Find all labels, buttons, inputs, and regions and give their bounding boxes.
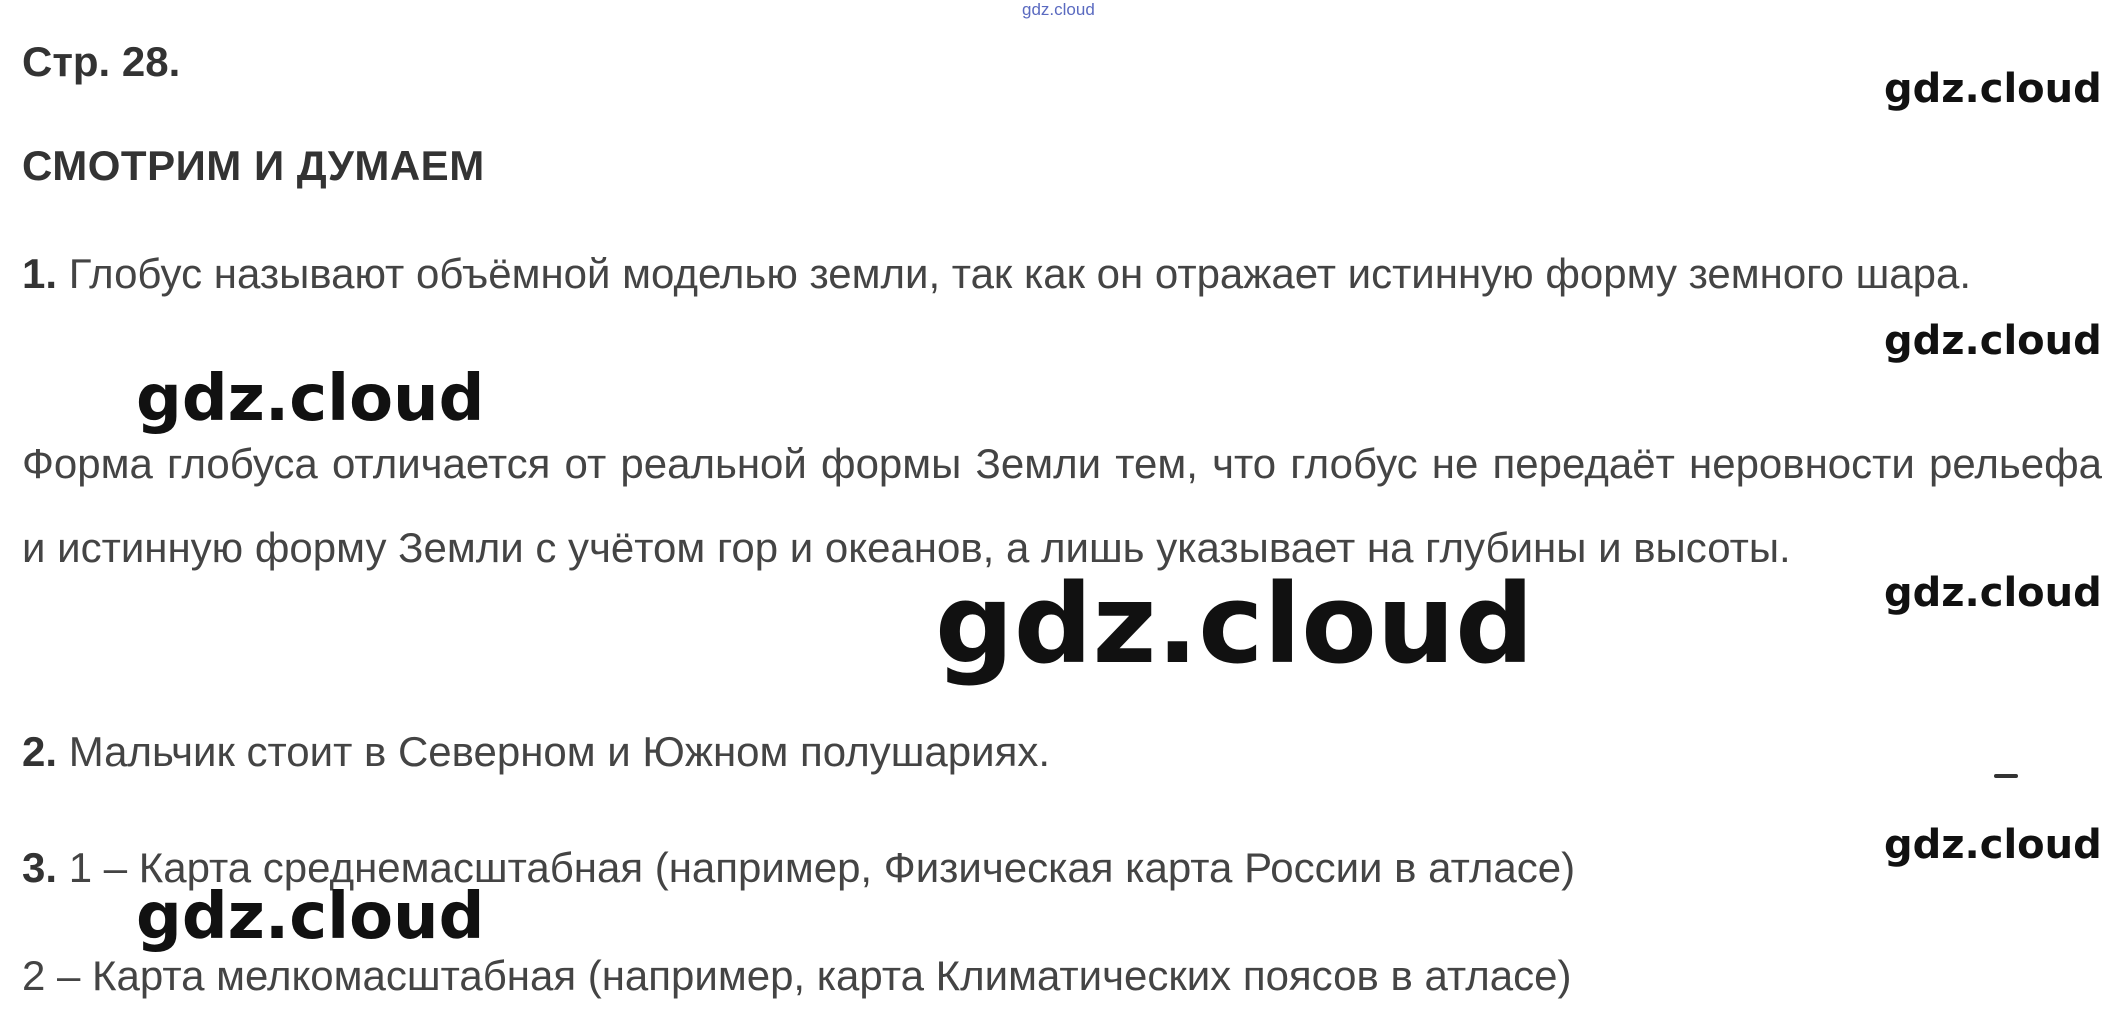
stray-mark <box>1994 774 2018 778</box>
answer-2: 2. Мальчик стоит в Северном и Южном полу… <box>22 710 2102 794</box>
watermark: gdz.cloud <box>1884 570 2102 616</box>
document-page: gdz.cloud Стр. 28. СМОТРИМ И ДУМАЕМ 1. Г… <box>0 0 2121 1025</box>
top-watermark: gdz.cloud <box>1022 0 1095 19</box>
watermark: gdz.cloud <box>1884 822 2102 868</box>
answer-text: Форма глобуса отличается от реальной фор… <box>22 440 2102 571</box>
answer-text: Глобус называют объёмной моделью земли, … <box>68 250 1972 297</box>
answer-number: 2. <box>22 728 58 775</box>
watermark: gdz.cloud <box>136 362 485 436</box>
answer-1: 1. Глобус называют объёмной моделью земл… <box>22 232 2102 316</box>
answer-text: Мальчик стоит в Северном и Южном полушар… <box>68 728 1051 775</box>
answer-number: 1. <box>22 250 58 297</box>
center-watermark: gdz.cloud <box>935 560 1534 688</box>
watermark: gdz.cloud <box>1884 318 2102 364</box>
section-title: СМОТРИМ И ДУМАЕМ <box>22 142 485 189</box>
watermark: gdz.cloud <box>1884 66 2102 112</box>
page-number: Стр. 28. <box>22 38 181 85</box>
answer-text: 2 – Карта мелкомасштабная (например, кар… <box>22 952 1572 999</box>
watermark: gdz.cloud <box>136 880 485 954</box>
answer-number: 3. <box>22 844 58 891</box>
